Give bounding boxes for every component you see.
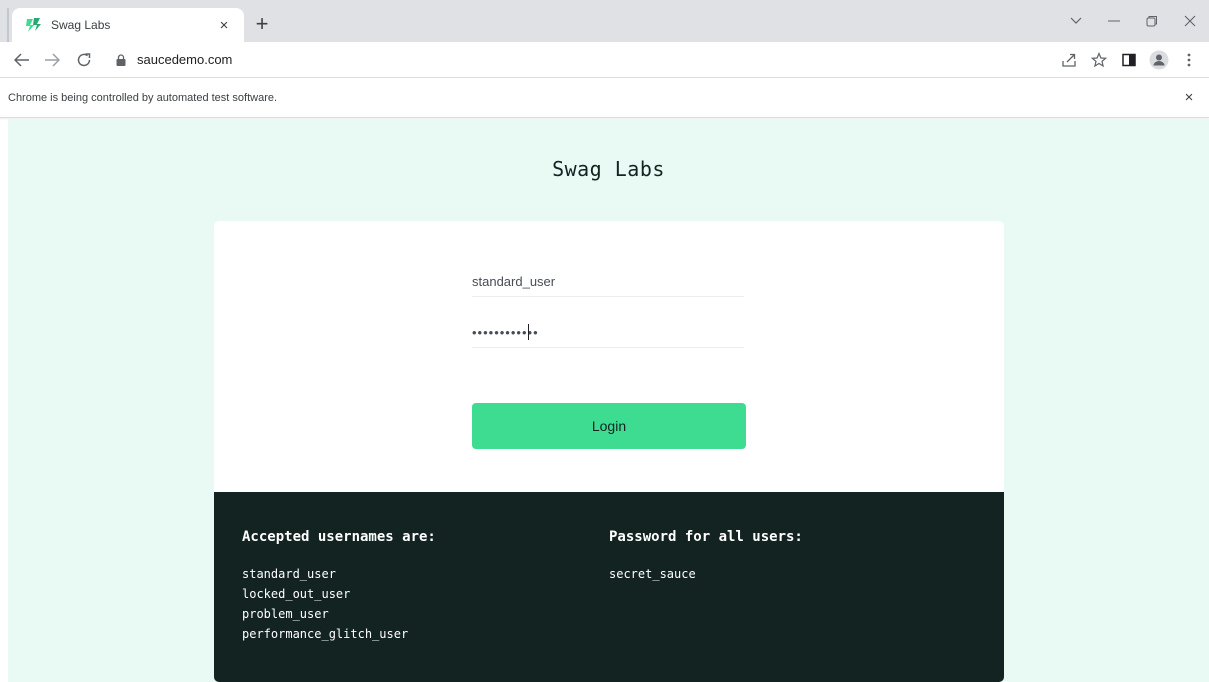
tab-swag-labs[interactable]: Swag Labs × <box>12 8 244 42</box>
credentials-panel: Accepted usernames are: standard_user lo… <box>214 492 1004 682</box>
forward-arrow-icon[interactable] <box>38 46 66 74</box>
restore-icon[interactable] <box>1133 6 1171 36</box>
username-input[interactable] <box>472 267 744 297</box>
usernames-column: Accepted usernames are: standard_user lo… <box>242 529 436 644</box>
side-panel-icon[interactable] <box>1115 46 1143 74</box>
list-item: problem_user <box>242 607 329 621</box>
toolbar-actions <box>1053 46 1203 74</box>
app-logo: Swag Labs <box>552 157 665 181</box>
login-button[interactable]: Login <box>472 403 746 449</box>
text-caret <box>528 324 529 340</box>
swag-labs-favicon-icon <box>24 16 42 34</box>
list-item: secret_sauce <box>609 567 696 581</box>
profile-avatar-icon[interactable] <box>1145 46 1173 74</box>
reload-icon[interactable] <box>70 46 98 74</box>
password-input[interactable] <box>472 318 744 348</box>
automation-infobar: Chrome is being controlled by automated … <box>0 78 1209 118</box>
share-icon[interactable] <box>1055 46 1083 74</box>
close-window-icon[interactable] <box>1171 6 1209 36</box>
list-item: standard_user <box>242 567 336 581</box>
url-text[interactable]: saucedemo.com <box>137 52 232 67</box>
password-heading: Password for all users: <box>609 529 803 545</box>
login-form: Login <box>214 221 1004 493</box>
tab-close-icon[interactable]: × <box>214 15 234 35</box>
window-controls <box>1057 0 1209 42</box>
infobar-message: Chrome is being controlled by automated … <box>8 91 278 104</box>
minimize-icon[interactable] <box>1095 6 1133 36</box>
usernames-list: standard_user locked_out_user problem_us… <box>242 564 436 644</box>
password-list: secret_sauce <box>609 564 803 584</box>
new-tab-button[interactable]: + <box>250 11 274 36</box>
back-arrow-icon[interactable] <box>8 46 36 74</box>
password-column: Password for all users: secret_sauce <box>609 529 803 584</box>
address-bar[interactable]: saucedemo.com <box>108 46 1053 74</box>
list-item: locked_out_user <box>242 587 351 601</box>
more-menu-icon[interactable] <box>1175 46 1203 74</box>
list-item: performance_glitch_user <box>242 627 409 641</box>
bookmark-star-icon[interactable] <box>1085 46 1113 74</box>
tab-strip: Swag Labs × + <box>0 0 1209 42</box>
usernames-heading: Accepted usernames are: <box>242 529 436 545</box>
tab-search-chevron-icon[interactable] <box>1057 6 1095 36</box>
login-page: Swag Labs Login Accepted usernames are: … <box>8 119 1209 682</box>
browser-toolbar: saucedemo.com <box>0 42 1209 78</box>
lock-icon[interactable] <box>114 53 128 67</box>
tab-title: Swag Labs <box>51 18 111 32</box>
infobar-close-icon[interactable]: × <box>1177 86 1201 110</box>
tab-strip-edge <box>7 8 9 42</box>
